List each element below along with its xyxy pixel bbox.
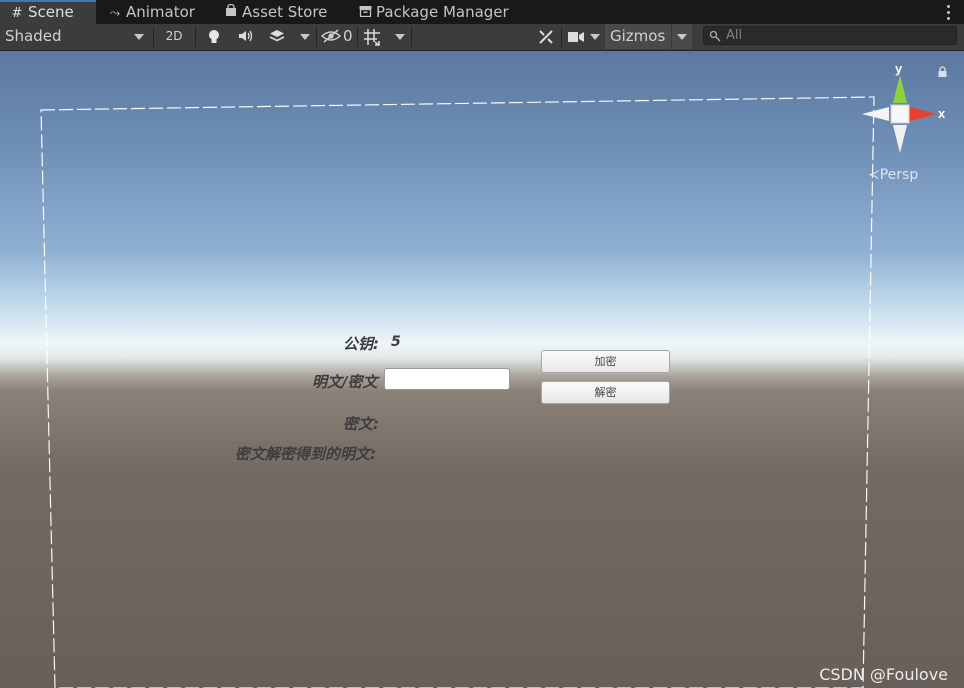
grid-icon: # bbox=[11, 6, 23, 21]
scene-toolbar: Shaded 2D 0 Gizmos All bbox=[0, 24, 964, 51]
scene-search-input[interactable]: All bbox=[703, 26, 957, 45]
grid-snapping-toggle[interactable] bbox=[360, 24, 386, 49]
chevron-down-icon bbox=[590, 34, 600, 40]
camera-settings-button[interactable] bbox=[565, 24, 603, 49]
tab-asset-store[interactable]: Asset Store bbox=[224, 0, 327, 24]
lock-icon[interactable] bbox=[937, 66, 948, 78]
layers-icon bbox=[269, 30, 285, 42]
toolbar-divider bbox=[316, 27, 317, 47]
ciphertext-label: 密文: bbox=[343, 415, 379, 433]
tab-asset-store-label: Asset Store bbox=[242, 3, 328, 21]
chevron-down-icon bbox=[395, 33, 405, 40]
grid-snap-icon bbox=[364, 29, 380, 46]
gizmo-axis-x-label: x bbox=[938, 106, 946, 121]
toolbar-divider bbox=[561, 27, 562, 47]
encrypt-button[interactable]: 加密 bbox=[541, 350, 670, 373]
toolbar-divider bbox=[411, 27, 412, 47]
draw-mode-dropdown[interactable]: Shaded bbox=[0, 24, 152, 49]
tab-package-manager-label: Package Manager bbox=[376, 3, 509, 21]
toolbar-divider bbox=[153, 27, 154, 47]
chevron-down-icon bbox=[677, 33, 687, 40]
chevron-down-icon bbox=[300, 33, 310, 40]
grid-dropdown[interactable] bbox=[390, 24, 410, 49]
animator-icon: ⤳ bbox=[109, 6, 121, 21]
public-key-value: 5 bbox=[391, 334, 401, 350]
public-key-label: 公钥: bbox=[343, 335, 379, 353]
search-placeholder: All bbox=[726, 28, 743, 43]
scene-orientation-gizmo[interactable]: y x bbox=[858, 61, 948, 161]
tools-toggle[interactable] bbox=[533, 24, 559, 49]
editor-tab-bar: # Scene ⤳ Animator Asset Store Package Man… bbox=[0, 0, 964, 25]
scene-visibility-toggle[interactable]: 0 bbox=[319, 24, 355, 49]
tools-icon bbox=[539, 30, 553, 44]
plaintext-label: 明文/密文 bbox=[312, 373, 378, 391]
gizmos-dropdown[interactable] bbox=[672, 24, 692, 49]
eye-slash-icon bbox=[321, 29, 341, 43]
chevron-down-icon bbox=[134, 34, 144, 40]
plaintext-input[interactable] bbox=[384, 368, 510, 390]
toggle-2d-label: 2D bbox=[165, 29, 183, 43]
projection-label: Persp bbox=[879, 167, 919, 183]
lightbulb-icon bbox=[209, 30, 219, 43]
tab-package-manager[interactable]: Package Manager bbox=[358, 0, 509, 24]
toolbar-divider bbox=[195, 27, 196, 47]
projection-toggle[interactable]: ≺Persp bbox=[868, 167, 918, 183]
toggle-2d-button[interactable]: 2D bbox=[160, 24, 188, 49]
tab-animator-label: Animator bbox=[126, 3, 195, 21]
tab-scene[interactable]: # Scene bbox=[0, 0, 96, 24]
camera-icon bbox=[568, 32, 584, 42]
decrypt-button[interactable]: 解密 bbox=[541, 381, 670, 404]
speaker-icon bbox=[239, 30, 253, 42]
more-options-icon[interactable] bbox=[942, 2, 954, 22]
hidden-objects-count: 0 bbox=[343, 27, 353, 45]
persp-arrow-icon: ≺ bbox=[868, 167, 880, 183]
scene-effects-toggle[interactable] bbox=[263, 24, 291, 49]
draw-mode-label: Shaded bbox=[5, 27, 62, 45]
search-icon bbox=[709, 27, 721, 47]
shopping-bag-icon bbox=[224, 2, 238, 26]
tab-animator[interactable]: ⤳ Animator bbox=[108, 0, 195, 24]
tab-scene-label: Scene bbox=[28, 3, 74, 21]
decrypted-plaintext-label: 密文解密得到的明文: bbox=[235, 445, 376, 463]
toolbar-divider bbox=[357, 27, 358, 47]
scene-lighting-toggle[interactable] bbox=[200, 24, 228, 49]
scene-viewport[interactable]: y x ≺Persp 公钥: 5 明文/密文 密文: 密文解密得到的明文: 加密… bbox=[0, 51, 964, 688]
effects-dropdown[interactable] bbox=[295, 24, 315, 49]
gizmos-button[interactable]: Gizmos bbox=[605, 24, 671, 49]
scene-audio-toggle[interactable] bbox=[232, 24, 260, 49]
gizmos-label: Gizmos bbox=[610, 27, 666, 45]
watermark: CSDN @Foulove bbox=[819, 665, 948, 684]
gizmo-axis-y-label: y bbox=[895, 61, 903, 76]
package-icon bbox=[358, 2, 372, 26]
